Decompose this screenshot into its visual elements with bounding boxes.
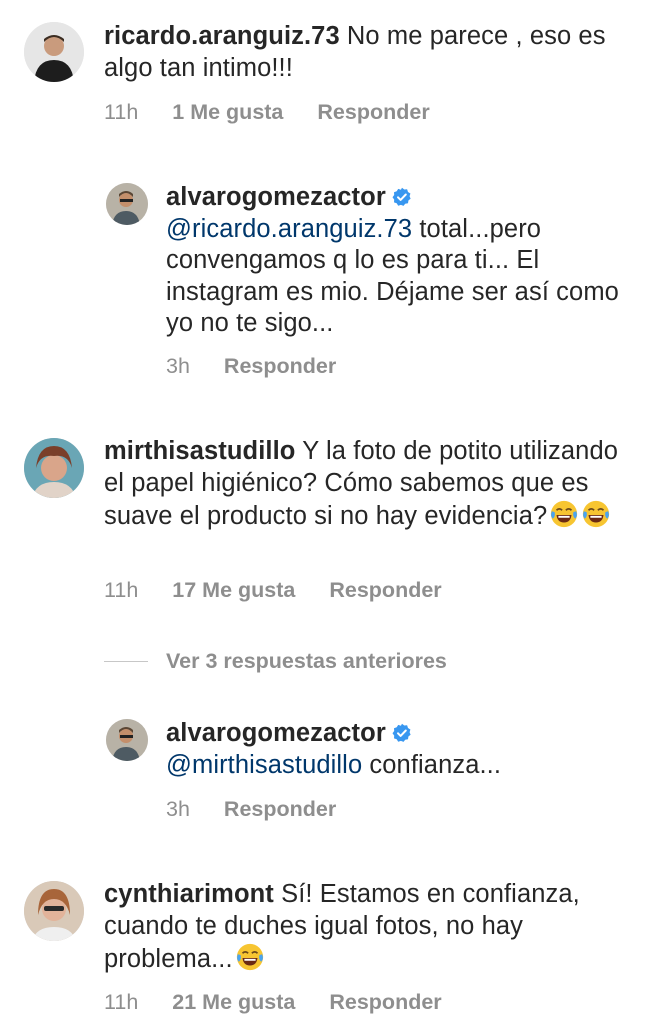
avatar[interactable] <box>24 438 84 498</box>
comment-username[interactable]: alvarogomezactor <box>166 183 386 211</box>
comment-time: 11h <box>104 578 139 602</box>
comment-text: cynthiarimont Sí! Estamos en confianza, … <box>104 879 624 976</box>
reply-button[interactable]: Responder <box>224 354 336 378</box>
likes-count[interactable]: 17 Me gusta <box>172 578 295 602</box>
view-previous-replies[interactable]: Ver 3 respuestas anteriores <box>104 648 447 674</box>
avatar[interactable] <box>106 719 148 761</box>
comment-meta: 11h 21 Me gusta Responder <box>104 990 476 1015</box>
comment-text: alvarogomezactor @ricardo.aranguiz.73 tot… <box>166 182 626 340</box>
face-with-tears-of-joy-emoji <box>235 942 265 972</box>
view-replies-label[interactable]: Ver 3 respuestas anteriores <box>166 649 447 674</box>
likes-count[interactable]: 1 Me gusta <box>172 100 283 124</box>
avatar[interactable] <box>106 183 148 225</box>
verified-badge-icon <box>392 723 412 743</box>
comment-text: ricardo.aranguiz.73 No me parece , eso e… <box>104 21 624 84</box>
comment-meta: 11h 17 Me gusta Responder <box>104 578 476 603</box>
avatar[interactable] <box>24 22 84 82</box>
mention-link[interactable]: @ricardo.aranguiz.73 <box>166 215 412 243</box>
comment-meta: 3h Responder <box>166 354 370 379</box>
verified-badge-icon <box>392 187 412 207</box>
comment-username[interactable]: mirthisastudillo <box>104 437 295 465</box>
comment-meta: 3h Responder <box>166 797 370 822</box>
face-with-tears-of-joy-emoji <box>549 499 579 529</box>
comment-time: 11h <box>104 990 139 1014</box>
comment-time: 11h <box>104 100 139 124</box>
comment-time: 3h <box>166 354 190 378</box>
avatar[interactable] <box>24 881 84 941</box>
likes-count[interactable]: 21 Me gusta <box>172 990 295 1014</box>
comment-meta: 11h 1 Me gusta Responder <box>104 100 464 125</box>
comment-username[interactable]: cynthiarimont <box>104 880 274 908</box>
comment-text: alvarogomezactor @mirthisastudillo confia… <box>166 718 626 781</box>
comment-username[interactable]: ricardo.aranguiz.73 <box>104 22 340 50</box>
comment-time: 3h <box>166 797 190 821</box>
comment-username[interactable]: alvarogomezactor <box>166 719 386 747</box>
reply-button[interactable]: Responder <box>317 100 429 124</box>
mention-link[interactable]: @mirthisastudillo <box>166 751 362 779</box>
reply-button[interactable]: Responder <box>224 797 336 821</box>
divider-line <box>104 660 148 662</box>
face-with-tears-of-joy-emoji <box>581 499 611 529</box>
comment-body: confianza... <box>362 750 502 779</box>
comment-text: mirthisastudillo Y la foto de potito uti… <box>104 436 624 533</box>
reply-button[interactable]: Responder <box>329 990 441 1014</box>
reply-button[interactable]: Responder <box>329 578 441 602</box>
